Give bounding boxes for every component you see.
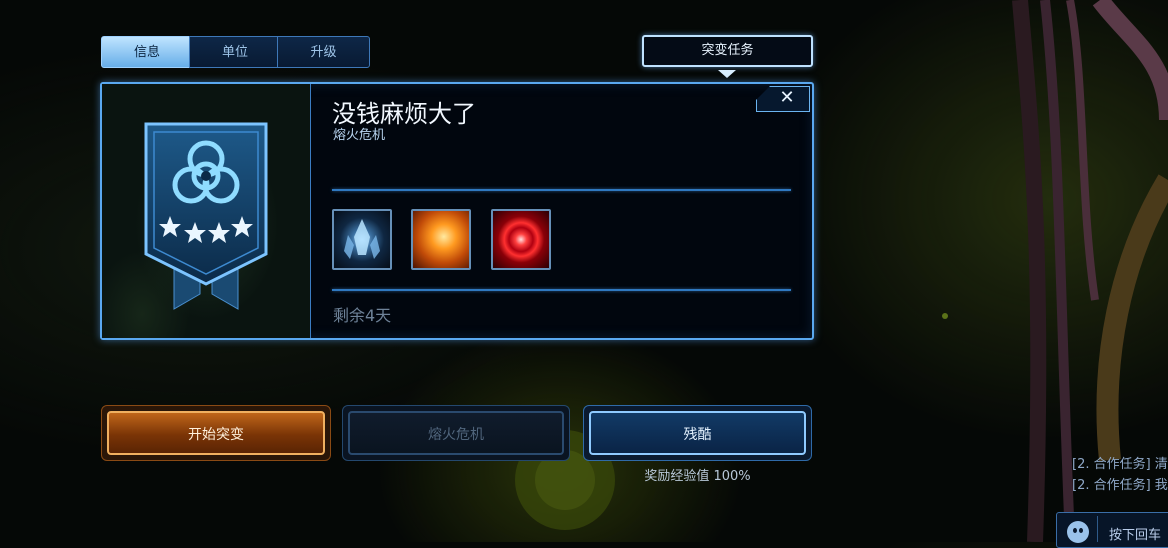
fire-burst-icon[interactable] — [411, 209, 471, 270]
tab-units[interactable]: 单位 — [189, 36, 281, 68]
tab-bar: 信息 单位 升级 — [101, 36, 370, 68]
divider — [332, 289, 791, 291]
tab-upgrades[interactable]: 升级 — [277, 36, 370, 68]
tab-info[interactable]: 信息 — [101, 36, 193, 68]
chat-input-hint: 按下回车 — [1109, 528, 1162, 543]
divider — [332, 189, 791, 191]
difficulty-label: 残酷 — [589, 411, 806, 455]
difficulty-button[interactable]: 残酷 — [583, 405, 812, 461]
map-select-label: 熔火危机 — [348, 411, 564, 455]
chat-message: [2. 合作任务] 我 — [1072, 478, 1168, 493]
emoji-icon[interactable] — [1067, 521, 1089, 543]
mission-panel: ✕ 没钱麻烦大了 熔火危机 剩余4天 — [100, 82, 814, 340]
mutation-missions-button[interactable]: 突变任务 — [642, 35, 813, 67]
time-remaining: 剩余4天 — [333, 306, 392, 325]
crystal-unit-icon[interactable] — [332, 209, 392, 270]
mission-map-name: 熔火危机 — [333, 128, 386, 143]
map-select-button[interactable]: 熔火危机 — [342, 405, 570, 461]
dropdown-pointer-icon — [718, 70, 736, 78]
start-mutation-button[interactable]: 开始突变 — [101, 405, 331, 461]
biohazard-emblem-icon — [144, 122, 268, 310]
chat-message: [2. 合作任务] 清 — [1072, 457, 1168, 472]
start-mutation-label: 开始突变 — [107, 411, 325, 455]
exp-bonus-text: 奖励经验值 100% — [644, 469, 751, 484]
divider — [1097, 516, 1098, 542]
close-button[interactable]: ✕ — [756, 86, 810, 112]
mission-emblem-pane — [102, 84, 311, 338]
red-vortex-icon[interactable] — [491, 209, 551, 270]
